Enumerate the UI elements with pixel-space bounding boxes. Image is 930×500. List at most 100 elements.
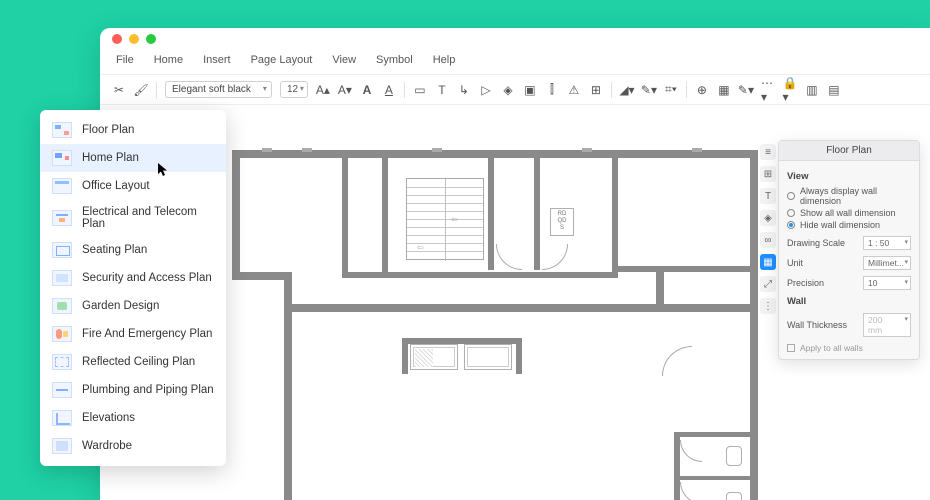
properties-toggle-icon[interactable]: ▤: [827, 83, 841, 97]
door-arc: [496, 244, 522, 270]
door-arc: [680, 440, 702, 462]
elevator-1: [410, 344, 458, 370]
ti-elev-icon: [52, 410, 72, 426]
crop-icon[interactable]: ⌗▾: [664, 83, 678, 97]
room-label: RD QD S: [550, 208, 574, 236]
template-item-wardrobe[interactable]: Wardrobe: [40, 432, 226, 460]
layers-icon[interactable]: ◈: [501, 83, 515, 97]
precision-select[interactable]: 10: [863, 276, 911, 290]
drawing-scale-label: Drawing Scale: [787, 238, 845, 248]
template-item-label: Home Plan: [82, 152, 139, 164]
ti-floor-icon: [52, 122, 72, 138]
align-icon[interactable]: ⫿: [545, 83, 559, 97]
ti-office-icon: [52, 178, 72, 194]
template-item-electrical-and-telecom-plan[interactable]: Electrical and Telecom Plan: [40, 200, 226, 236]
drawing-scale-select[interactable]: 1 : 50: [863, 236, 911, 250]
template-item-elevations[interactable]: Elevations: [40, 404, 226, 432]
template-item-label: Floor Plan: [82, 124, 134, 136]
ti-plumb-icon: [52, 382, 72, 398]
format-painter-icon[interactable]: 🖌: [134, 83, 148, 97]
warning-icon[interactable]: ⚠: [567, 83, 581, 97]
menu-insert[interactable]: Insert: [203, 54, 231, 66]
rectangle-tool-icon[interactable]: ▭: [413, 83, 427, 97]
side-layers-icon[interactable]: ◈: [760, 210, 776, 226]
template-item-garden-design[interactable]: Garden Design: [40, 292, 226, 320]
side-link-icon[interactable]: ∞: [760, 232, 776, 248]
bold-icon[interactable]: A: [360, 83, 374, 97]
increase-font-icon[interactable]: A▴: [316, 83, 330, 97]
menu-page-layout[interactable]: Page Layout: [251, 54, 313, 66]
template-item-floor-plan[interactable]: Floor Plan: [40, 116, 226, 144]
template-item-label: Plumbing and Piping Plan: [82, 384, 214, 396]
cut-icon[interactable]: ✂: [112, 83, 126, 97]
radio-hide[interactable]: Hide wall dimension: [787, 220, 911, 230]
page-settings-icon[interactable]: ▥: [805, 83, 819, 97]
maximize-window-button[interactable]: [146, 34, 156, 44]
template-item-label: Security and Access Plan: [82, 272, 212, 284]
wall-thickness-label: Wall Thickness: [787, 320, 847, 330]
zoom-in-icon[interactable]: ⊕: [695, 83, 709, 97]
template-item-fire-and-emergency-plan[interactable]: Fire And Emergency Plan: [40, 320, 226, 348]
ellipsis-icon[interactable]: ⋯▾: [761, 83, 775, 97]
line-color-icon[interactable]: ✎▾: [642, 83, 656, 97]
template-item-plumbing-and-piping-plan[interactable]: Plumbing and Piping Plan: [40, 376, 226, 404]
menu-symbol[interactable]: Symbol: [376, 54, 413, 66]
template-item-office-layout[interactable]: Office Layout: [40, 172, 226, 200]
font-size-select[interactable]: 12: [280, 81, 308, 98]
door-arc: [662, 346, 692, 376]
side-expand-icon[interactable]: ⤢: [760, 276, 776, 292]
template-item-label: Seating Plan: [82, 244, 147, 256]
connector-tool-icon[interactable]: ↳: [457, 83, 471, 97]
fill-color-icon[interactable]: ◢▾: [620, 83, 634, 97]
side-text-icon[interactable]: T: [760, 188, 776, 204]
side-grid-icon[interactable]: ⊞: [760, 166, 776, 182]
template-item-reflected-ceiling-plan[interactable]: Reflected Ceiling Plan: [40, 348, 226, 376]
template-panel: Floor Plan Home Plan Office LayoutElectric…: [40, 110, 226, 466]
ti-ward-icon: [52, 438, 72, 454]
pointer-tool-icon[interactable]: ▷: [479, 83, 493, 97]
radio-always-display[interactable]: Always display wall dimension: [787, 186, 911, 206]
unit-select[interactable]: Millimet...: [863, 256, 911, 270]
ti-elec-icon: [52, 210, 72, 226]
template-item-home-plan[interactable]: Home Plan: [40, 144, 226, 172]
underline-icon[interactable]: A: [382, 83, 396, 97]
ti-seat-icon: [52, 242, 72, 258]
unit-label: Unit: [787, 258, 803, 268]
fit-icon[interactable]: ▦: [717, 83, 731, 97]
radio-show-all[interactable]: Show all wall dimension: [787, 208, 911, 218]
pen-icon[interactable]: ✎▾: [739, 83, 753, 97]
wall-thickness-input[interactable]: 200 mm: [863, 313, 911, 337]
font-family-select[interactable]: Elegant soft black: [165, 81, 272, 98]
group-icon[interactable]: ▣: [523, 83, 537, 97]
menu-file[interactable]: File: [116, 54, 134, 66]
lock-toggle-icon[interactable]: 🔒▾: [783, 83, 797, 97]
template-item-seating-plan[interactable]: Seating Plan: [40, 236, 226, 264]
ti-garden-icon: [52, 298, 72, 314]
menu-bar: File Home Insert Page Layout View Symbol…: [100, 50, 930, 74]
toilet-1: [726, 446, 742, 466]
menu-home[interactable]: Home: [154, 54, 183, 66]
ti-fire-icon: [52, 326, 72, 342]
side-floorplan-icon[interactable]: ▦: [760, 254, 776, 270]
lock-icon[interactable]: ⊞: [589, 83, 603, 97]
apply-all-walls-checkbox[interactable]: Apply to all walls: [787, 343, 911, 353]
elevator-2: [464, 344, 512, 370]
menu-view[interactable]: View: [332, 54, 356, 66]
floor-plan-drawing: ⇦ ⇦ RD QD S: [232, 150, 758, 500]
ti-home-icon: [52, 150, 72, 166]
template-item-security-and-access-plan[interactable]: Security and Access Plan: [40, 264, 226, 292]
door-arc: [542, 244, 568, 270]
text-tool-icon[interactable]: T: [435, 83, 449, 97]
ti-ceiling-icon: [52, 354, 72, 370]
template-item-label: Fire And Emergency Plan: [82, 328, 212, 340]
door-arc: [680, 482, 702, 500]
menu-help[interactable]: Help: [433, 54, 456, 66]
decrease-font-icon[interactable]: A▾: [338, 83, 352, 97]
template-item-label: Wardrobe: [82, 440, 132, 452]
minimize-window-button[interactable]: [129, 34, 139, 44]
close-window-button[interactable]: [112, 34, 122, 44]
side-hamburger-icon[interactable]: ≡: [760, 144, 776, 160]
side-dotted-icon[interactable]: ⋮: [760, 298, 776, 314]
toolbar: ✂ 🖌 Elegant soft black 12 A▴ A▾ A A ▭ T …: [100, 74, 930, 105]
precision-label: Precision: [787, 278, 824, 288]
